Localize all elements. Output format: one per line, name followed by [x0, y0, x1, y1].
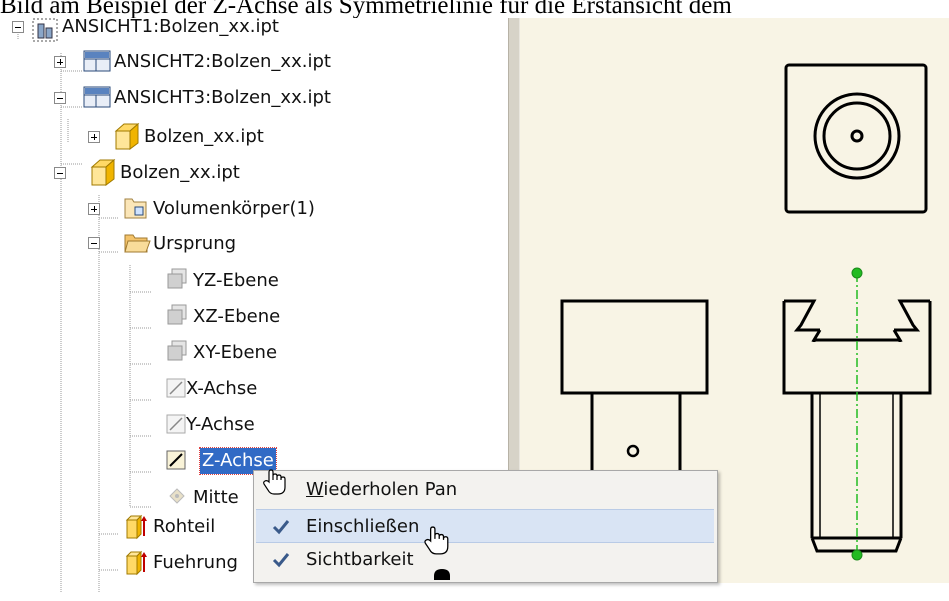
tree-item-label[interactable]: ANSICHT2:Bolzen_xx.ipt: [114, 49, 331, 75]
tree-item-label[interactable]: Rohteil: [153, 514, 215, 540]
tree-item-label[interactable]: YZ-Ebene: [193, 268, 279, 294]
tree-item-label[interactable]: Volumenkörper(1): [153, 196, 315, 222]
work-plane-icon: [167, 268, 187, 289]
checkmark-icon: [272, 520, 290, 535]
tree-item-label[interactable]: Bolzen_xx.ipt: [120, 160, 240, 186]
checkmark-icon: [272, 553, 290, 568]
open-folder-icon: [124, 234, 151, 253]
menu-item-include[interactable]: Einschließen: [256, 509, 714, 543]
centerline-endpoint: [851, 549, 863, 561]
tree-item-label[interactable]: Ursprung: [153, 231, 236, 257]
drawing-view-icon: [83, 86, 111, 108]
expand-toggle[interactable]: [12, 21, 24, 33]
tree-item-label[interactable]: Fuehrung: [153, 550, 238, 576]
tree-item-label[interactable]: XZ-Ebene: [193, 304, 280, 330]
menu-item-label: Wiederholen Pan: [306, 479, 458, 500]
menu-item-visibility[interactable]: Sichtbarkeit: [256, 543, 714, 577]
centerline-endpoint: [851, 267, 863, 279]
small-hand-cursor-icon: [434, 569, 450, 580]
solid-bodies-icon: [124, 198, 147, 219]
work-plane-icon: [167, 304, 187, 325]
drawing-view-icon: [32, 18, 58, 42]
expand-toggle[interactable]: [88, 203, 100, 215]
feature-icon: [125, 514, 147, 540]
collapse-toggle[interactable]: [54, 167, 66, 179]
tree-item-label[interactable]: ANSICHT3:Bolzen_xx.ipt: [114, 85, 331, 111]
tree-item-label[interactable]: Y-Achse: [186, 412, 255, 438]
tree-item-label[interactable]: X-Achse: [186, 376, 257, 402]
expand-toggle[interactable]: [88, 131, 100, 143]
top-view: [784, 63, 928, 214]
menu-item-repeat-pan[interactable]: Wiederholen Pan: [256, 473, 714, 507]
drawing-view-icon: [83, 50, 111, 72]
menu-item-label: Sichtbarkeit: [306, 549, 414, 570]
tree-item-label[interactable]: Mitte: [193, 485, 239, 511]
context-menu: Wiederholen Pan Einschließen Sichtbarkei…: [253, 470, 718, 583]
expand-toggle[interactable]: [54, 56, 66, 68]
collapse-toggle[interactable]: [54, 92, 66, 104]
tree-item-label[interactable]: ANSICHT1:Bolzen_xx.ipt: [62, 14, 279, 40]
feature-icon: [125, 550, 147, 576]
hand-cursor-icon: [263, 469, 286, 495]
pointer-hand-cursor-icon: [424, 526, 449, 555]
part-icon: [114, 122, 140, 150]
work-axis-icon: [166, 450, 186, 470]
tree-item-label[interactable]: XY-Ebene: [193, 340, 277, 366]
tree-item-label[interactable]: Bolzen_xx.ipt: [144, 124, 264, 150]
menu-item-label: Einschließen: [306, 516, 420, 537]
collapse-toggle[interactable]: [88, 237, 100, 249]
work-point-icon: [169, 488, 185, 504]
work-plane-icon: [167, 340, 187, 361]
part-icon: [90, 158, 116, 186]
